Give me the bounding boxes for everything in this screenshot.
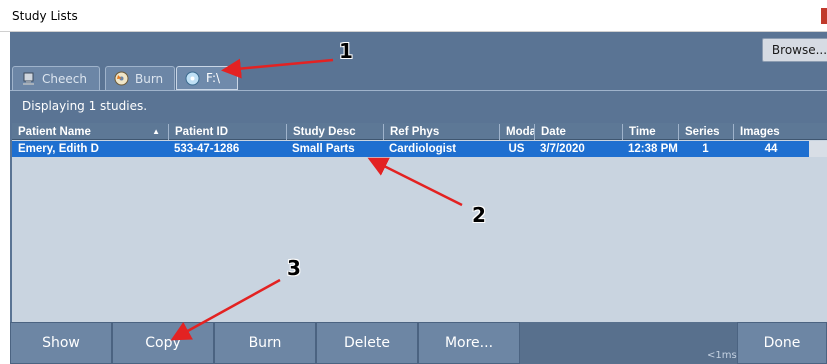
column-header-series[interactable]: Series — [678, 124, 733, 140]
show-button[interactable]: Show — [10, 322, 112, 364]
tab-label: F:\ — [206, 71, 221, 85]
study-table[interactable]: Patient Name ▲ Patient ID Study Desc Ref… — [12, 123, 827, 322]
table-row[interactable]: Emery, Edith D 533-47-1286 Small Parts C… — [12, 141, 827, 157]
column-header-label: Patient Name — [18, 126, 91, 138]
cd-drive-icon — [185, 71, 200, 86]
column-header-patient-id[interactable]: Patient ID — [168, 124, 286, 140]
cell-time: 12:38 PM — [628, 143, 678, 155]
more-button[interactable]: More... — [418, 322, 520, 364]
tab-cheech[interactable]: Cheech — [12, 66, 100, 90]
study-lists-panel: Browse... Cheech Burn F:\ Displaying 1 s… — [10, 32, 827, 364]
column-header-study-desc[interactable]: Study Desc — [286, 124, 383, 140]
timer-readout: <1ms — [707, 350, 737, 361]
annotation-number-3: 3 — [287, 256, 301, 280]
cell-patient-id: 533-47-1286 — [174, 143, 240, 155]
tab-label: Cheech — [42, 71, 87, 86]
column-header-date[interactable]: Date — [534, 124, 622, 140]
column-header-images[interactable]: Images — [733, 124, 827, 140]
column-header-modality[interactable]: Moda — [499, 124, 534, 140]
table-header: Patient Name ▲ Patient ID Study Desc Ref… — [12, 123, 827, 140]
cell-images: 44 — [764, 143, 778, 155]
tab-burn[interactable]: Burn — [105, 66, 175, 90]
copy-button[interactable]: Copy — [112, 322, 214, 364]
tab-strip-divider — [10, 90, 827, 91]
row-tail-cell — [809, 141, 827, 157]
cell-study-desc: Small Parts — [292, 143, 355, 155]
cell-ref-phys: Cardiologist — [389, 143, 457, 155]
sort-ascending-icon: ▲ — [152, 127, 160, 136]
delete-button[interactable]: Delete — [316, 322, 418, 364]
browse-button[interactable]: Browse... — [762, 38, 827, 62]
cell-modality: US — [508, 143, 525, 155]
column-header-time[interactable]: Time — [622, 124, 678, 140]
column-header-patient-name[interactable]: Patient Name ▲ — [12, 124, 168, 140]
annotation-number-1: 1 — [339, 39, 353, 63]
cell-date: 3/7/2020 — [540, 143, 585, 155]
window-title: Study Lists — [12, 9, 78, 23]
action-button-bar: Show Copy Burn Delete More... <1ms Done — [10, 322, 827, 364]
cell-patient-name: Emery, Edith D — [18, 143, 99, 155]
close-icon[interactable] — [821, 8, 827, 24]
burn-button[interactable]: Burn — [214, 322, 316, 364]
title-bar: Study Lists — [0, 0, 827, 32]
column-header-ref-phys[interactable]: Ref Phys — [383, 124, 499, 140]
disc-burn-icon — [114, 71, 129, 86]
server-icon — [21, 71, 36, 86]
done-button[interactable]: Done — [737, 322, 827, 364]
cell-series: 1 — [702, 143, 709, 155]
status-text: Displaying 1 studies. — [22, 99, 148, 113]
annotation-number-2: 2 — [472, 203, 486, 227]
tab-f-drive[interactable]: F:\ — [176, 66, 238, 90]
tab-label: Burn — [135, 71, 164, 86]
